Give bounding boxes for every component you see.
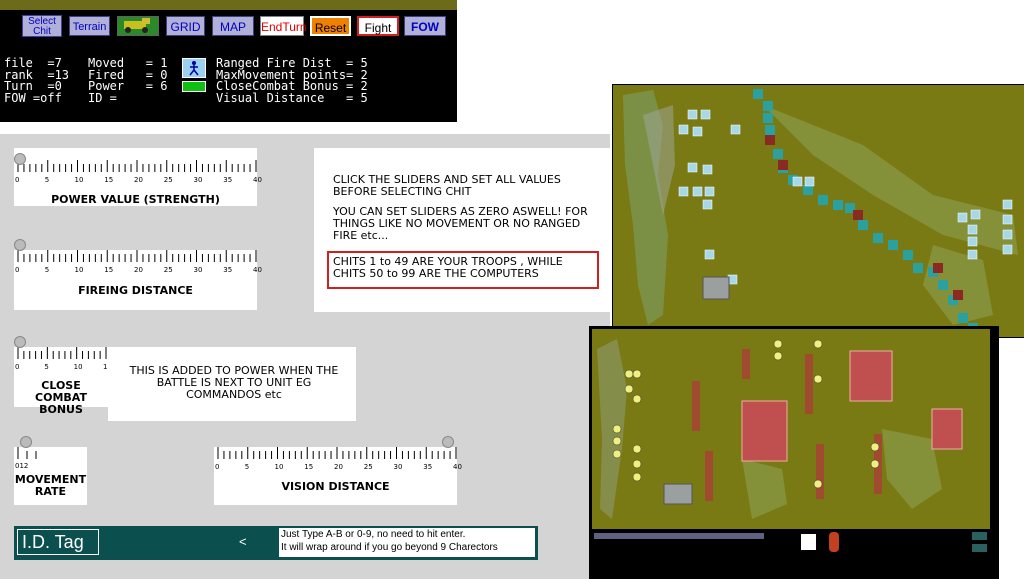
slider-tick-label: 20 (134, 266, 143, 274)
power-slider-track[interactable] (17, 160, 257, 174)
slider-tick-label: 5 (244, 463, 250, 471)
fire-distance-slider-card: 0 5 10 15 20 25 30 35 40 FIREING DISTANCE (14, 239, 262, 310)
instruction-line-2: YOU CAN SET SLIDERS AS ZERO ASWELL! FOR … (333, 205, 588, 242)
id-tag-label: I.D. Tag (17, 529, 99, 555)
close-combat-slider-track[interactable] (17, 347, 107, 361)
unit-info-panel: Select Chit Terrain GRID MAP EndTurn Res… (0, 0, 457, 122)
vision-slider-label: VISION DISTANCE (281, 480, 390, 493)
vision-slider-knob[interactable] (442, 436, 454, 448)
map-strip (0, 0, 457, 10)
vehicle-button[interactable] (117, 16, 159, 36)
vision-slider-track[interactable] (217, 447, 457, 461)
slider-tick-label: 15 (304, 463, 314, 471)
slider-tick-label: 10 (74, 176, 84, 184)
slider-tick-label: 25 (163, 266, 173, 274)
mini-toolbar (594, 533, 764, 539)
map-terrain-2 (592, 329, 990, 529)
slider-tick-label: 5 (44, 363, 49, 371)
id-tag-bar: I.D. Tag < Just Type A-B or 0-9, no need… (14, 526, 538, 560)
power-slider-knob[interactable] (14, 153, 26, 165)
chit-settings-panel: 0 5 10 15 20 25 30 35 40 POWER VALUE (STRENGTH) … (0, 134, 610, 579)
power-color-swatch (182, 81, 206, 92)
stats-moved-fired: Moved = 1 Fired = 0 Power = 6 ID = (88, 56, 168, 105)
map-button[interactable]: MAP (212, 16, 254, 36)
slider-tick-label: 20 (134, 176, 143, 184)
slider-tick-label: 25 (163, 176, 173, 184)
select-chit-button[interactable]: Select Chit (22, 15, 62, 37)
slider-tick-label: 15 (104, 176, 114, 184)
fire-distance-slider-knob[interactable] (14, 239, 26, 251)
movement-slider-card: 012 MOVEMENT RATE (14, 436, 87, 505)
battle-map-preview-1 (612, 84, 1024, 338)
mini-button-2 (972, 544, 987, 552)
power-slider-label: POWER VALUE (STRENGTH) (51, 193, 220, 206)
movement-tick-labels: 012 (15, 462, 29, 470)
mini-chit-preview (801, 534, 816, 550)
slider-tick-label: 10 (73, 363, 83, 371)
fire-distance-slider-label: FIREING DISTANCE (78, 284, 193, 297)
fight-button[interactable]: Fight (357, 16, 399, 36)
slider-tick-label: 35 (223, 176, 233, 184)
slider-tick-label: 0 (15, 266, 20, 274)
vision-slider-card: 0 5 10 15 20 25 30 35 40 VISION DISTANCE (214, 436, 462, 505)
stats-ranged: Ranged Fire Dist = 5 MaxMovement points=… (216, 56, 368, 105)
soldier-icon (189, 61, 199, 76)
unit-chit-icon (182, 58, 206, 78)
slider-tick-label: 0 (15, 176, 20, 184)
grid-button[interactable]: GRID (166, 16, 205, 36)
slider-tick-label: 20 (334, 463, 343, 471)
slider-tick-label: 40 (253, 266, 262, 274)
slider-tick-label: 10 (74, 266, 84, 274)
slider-tick-label: 25 (363, 463, 373, 471)
slider-tick-label: 15 (104, 266, 114, 274)
movement-slider-label: MOVEMENT RATE (14, 473, 87, 498)
close-combat-slider-label: CLOSE COMBAT BONUS (35, 379, 87, 416)
close-combat-note: THIS IS ADDED TO POWER WHEN THE BATTLE I… (129, 364, 339, 401)
slider-tick-label: 0 (215, 463, 220, 471)
vehicle-icon (124, 18, 150, 33)
slider-tick-label: 35 (423, 463, 433, 471)
instruction-line-3: CHITS 1 to 49 ARE YOUR TROOPS , WHILE CH… (327, 251, 599, 289)
slider-tick-label: 5 (44, 266, 50, 274)
id-tag-hint: Just Type A-B or 0-9, no need to hit ent… (279, 528, 535, 557)
slider-tick-label: 30 (193, 176, 203, 184)
movement-slider-knob[interactable] (20, 436, 32, 448)
terrain-button[interactable]: Terrain (69, 16, 110, 36)
instruction-line-1: CLICK THE SLIDERS AND SET ALL VALUES BEF… (333, 173, 561, 198)
id-tag-hint-line-1: Just Type A-B or 0-9, no need to hit ent… (281, 529, 466, 540)
end-turn-button[interactable]: EndTurn (260, 16, 307, 36)
close-combat-note-card: THIS IS ADDED TO POWER WHEN THE BATTLE I… (108, 347, 356, 421)
slider-tick-label: 40 (253, 176, 262, 184)
mini-icon (829, 532, 839, 552)
close-combat-slider-knob[interactable] (14, 336, 26, 348)
slider-tick-label: 0 (15, 363, 20, 371)
slider-tick-label: 30 (393, 463, 403, 471)
stats-file-rank: file =7 rank =13 Turn =0 FOW =off (4, 56, 70, 105)
id-tag-hint-line-2: It will wrap around if you go beyond 9 C… (281, 542, 498, 553)
map-terrain-1 (623, 89, 1018, 333)
slider-tick-label: 35 (223, 266, 233, 274)
movement-slider-track[interactable] (17, 447, 37, 461)
fow-button[interactable]: FOW (404, 16, 446, 36)
slider-tick-label: 5 (44, 176, 50, 184)
mini-button-1 (972, 532, 987, 540)
fire-distance-slider-track[interactable] (17, 250, 257, 264)
power-slider-card: 0 5 10 15 20 25 30 35 40 POWER VALUE (STRENGTH) (14, 148, 262, 206)
map-terrain-2-art (597, 339, 963, 519)
instructions-card: CLICK THE SLIDERS AND SET ALL VALUES BEF… (314, 148, 610, 312)
close-combat-slider-card: 051015 CLOSE COMBAT BONUS (14, 336, 112, 416)
id-tag-input[interactable]: < (239, 534, 247, 549)
slider-tick-label: 10 (274, 463, 284, 471)
slider-tick-label: 30 (193, 266, 203, 274)
battle-map-preview-2 (589, 326, 999, 579)
slider-tick-label: 40 (453, 463, 462, 471)
reset-button[interactable]: Reset (310, 16, 351, 36)
